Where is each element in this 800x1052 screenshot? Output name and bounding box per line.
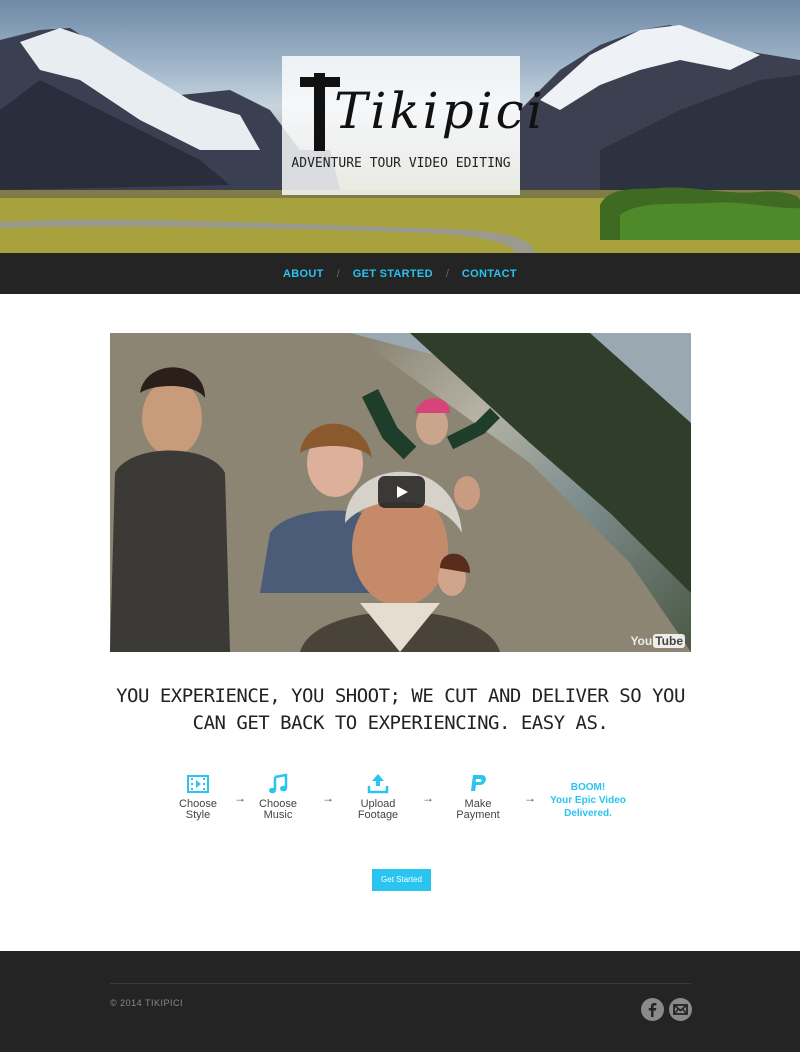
step-delivered: BOOM! Your Epic Video Delivered.	[550, 782, 626, 819]
step-upload-footage: Upload Footage	[338, 773, 418, 821]
nav-separator: /	[445, 267, 449, 280]
logo[interactable]: Tikipici ADVENTURE TOUR VIDEO EDITING	[282, 56, 543, 195]
step-make-payment: Make Payment	[438, 773, 518, 821]
main-nav: ABOUT / GET STARTED / CONTACT	[0, 253, 800, 294]
footer: © 2014 TIKIPICI	[0, 951, 800, 1052]
paypal-icon	[471, 775, 486, 791]
upload-icon	[367, 774, 389, 794]
youtube-logo[interactable]: You Tube	[630, 634, 685, 648]
facebook-icon[interactable]	[641, 998, 664, 1021]
film-icon	[187, 775, 209, 793]
nav-get-started[interactable]: GET STARTED	[353, 268, 433, 280]
hero-banner: Tikipici ADVENTURE TOUR VIDEO EDITING	[0, 0, 800, 253]
video-player[interactable]: You Tube	[110, 333, 691, 652]
step-choose-style: Choose Style	[158, 773, 238, 821]
get-started-button[interactable]: Get Started	[372, 869, 431, 891]
step-arrow: →	[322, 791, 334, 805]
nav-contact[interactable]: CONTACT	[462, 268, 517, 280]
footer-divider	[110, 983, 691, 984]
play-button[interactable]	[378, 476, 425, 508]
footer-copyright: © 2014 TIKIPICI	[110, 998, 183, 1008]
process-steps: Choose Style → Choose Music → Upload Footag…	[158, 773, 642, 833]
nav-separator: /	[336, 267, 340, 280]
tagline: YOU EXPERIENCE, YOU SHOOT; WE CUT AND DE…	[116, 685, 685, 734]
step-arrow: →	[524, 791, 536, 805]
email-icon[interactable]	[669, 998, 692, 1021]
step-arrow: →	[422, 791, 434, 805]
brand-subtitle: ADVENTURE TOUR VIDEO EDITING	[291, 156, 511, 171]
nav-about[interactable]: ABOUT	[283, 268, 324, 280]
step-choose-music: Choose Music	[238, 773, 318, 821]
brand-title: Tikipici	[334, 82, 546, 140]
music-note-icon	[269, 773, 288, 794]
